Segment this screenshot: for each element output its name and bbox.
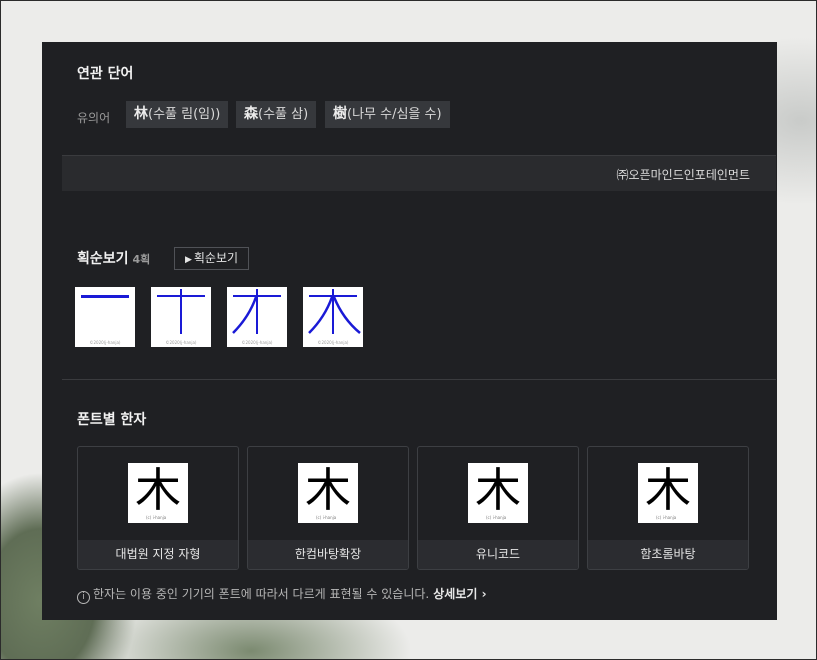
font-card-unicode[interactable]: 木 (c) i-hanja 유니코드: [417, 446, 579, 570]
play-icon: ▶: [184, 255, 192, 265]
synonym-hanja: 森: [244, 106, 258, 122]
font-card-label: 함초롬바탕: [588, 540, 748, 569]
font-card-label: 유니코드: [418, 540, 578, 569]
font-glyph: 木: [135, 463, 181, 517]
stroke-3-icon: [232, 289, 281, 334]
stroke-copyright: ©2020(j-hanja): [89, 340, 121, 345]
font-glyph-image: 木 (c) i-hanja: [638, 463, 698, 523]
glyph-watermark: (c) i-hanja: [316, 515, 337, 520]
font-note: i 한자는 이용 중인 기기의 폰트에 따라서 다르게 표현될 수 있습니다. 상세…: [77, 585, 487, 604]
synonym-chip-sam[interactable]: 森(수풀 삼): [236, 101, 317, 128]
stroke-copyright: ©2020(j-hanja): [317, 340, 349, 345]
hanja-detail-panel: 연관 단어 유의어 林(수풀 림(임)) 森(수풀 삼) 樹(나무 수/심을 수…: [42, 42, 777, 620]
font-glyph: 木: [645, 463, 691, 517]
glyph-watermark: (c) i-hanja: [656, 515, 677, 520]
synonym-hanja: 樹: [333, 106, 347, 122]
font-glyph: 木: [305, 463, 351, 517]
screenshot-background: 연관 단어 유의어 林(수풀 림(임)) 森(수풀 삼) 樹(나무 수/심을 수…: [0, 0, 817, 660]
font-card-label: 한컴바탕확장: [248, 540, 408, 569]
font-variants-title: 폰트별 한자: [77, 412, 147, 428]
synonym-chip-lim[interactable]: 林(수풀 림(임)): [126, 101, 229, 128]
stroke-4-icon: [308, 289, 361, 334]
font-card-label: 대법원 지정 자형: [78, 540, 238, 569]
glyph-watermark: (c) i-hanja: [486, 515, 507, 520]
stroke-count: 4획: [132, 253, 151, 266]
detail-link[interactable]: 상세보기 ›: [433, 587, 486, 601]
font-card-hamchorom[interactable]: 木 (c) i-hanja 함초롬바탕: [587, 446, 749, 570]
font-note-text: 한자는 이용 중인 기기의 폰트에 따라서 다르게 표현될 수 있습니다.: [93, 587, 430, 601]
stroke-frame-3: ©2020(j-hanja): [227, 287, 287, 347]
info-circle-icon: i: [77, 591, 90, 604]
font-glyph-image: 木 (c) i-hanja: [128, 463, 188, 523]
font-glyph-image: 木 (c) i-hanja: [298, 463, 358, 523]
font-card-hancom[interactable]: 木 (c) i-hanja 한컴바탕확장: [247, 446, 409, 570]
synonym-hanja: 林: [134, 106, 148, 122]
stroke-copyright: ©2020(j-hanja): [241, 340, 273, 345]
stroke-frame-4: ©2020(j-hanja): [303, 287, 363, 347]
chevron-right-icon: ›: [481, 587, 487, 601]
font-glyph: 木: [475, 463, 521, 517]
publisher-credit: ㈜오픈마인드인포테인먼트: [616, 168, 750, 182]
stroke-1-icon: [81, 295, 129, 298]
stroke-frame-1: ©2020(j-hanja): [75, 287, 135, 347]
stroke-frame-2: ©2020(j-hanja): [151, 287, 211, 347]
synonym-reading: (수풀 림(임)): [148, 107, 221, 122]
glyph-watermark: (c) i-hanja: [146, 515, 167, 520]
font-glyph-image: 木 (c) i-hanja: [468, 463, 528, 523]
stroke-2-icon: [157, 289, 205, 334]
synonym-label: 유의어: [77, 111, 111, 125]
stroke-order-title: 획순보기 4획: [77, 248, 150, 268]
section-divider: [62, 379, 776, 380]
detail-link-label: 상세보기: [433, 587, 478, 601]
publisher-bar: ㈜오픈마인드인포테인먼트: [62, 155, 776, 191]
synonym-chip-su[interactable]: 樹(나무 수/심을 수): [325, 101, 450, 128]
synonym-reading: (수풀 삼): [258, 107, 309, 122]
stroke-order-play-button[interactable]: ▶ 획순보기: [174, 247, 249, 270]
synonym-reading: (나무 수/심을 수): [347, 107, 442, 122]
related-words-title: 연관 단어: [77, 66, 134, 82]
font-card-court[interactable]: 木 (c) i-hanja 대법원 지정 자형: [77, 446, 239, 570]
stroke-order-heading: 획순보기: [77, 251, 129, 267]
stroke-copyright: ©2020(j-hanja): [165, 340, 197, 345]
stroke-order-button-label: 획순보기: [193, 251, 239, 265]
